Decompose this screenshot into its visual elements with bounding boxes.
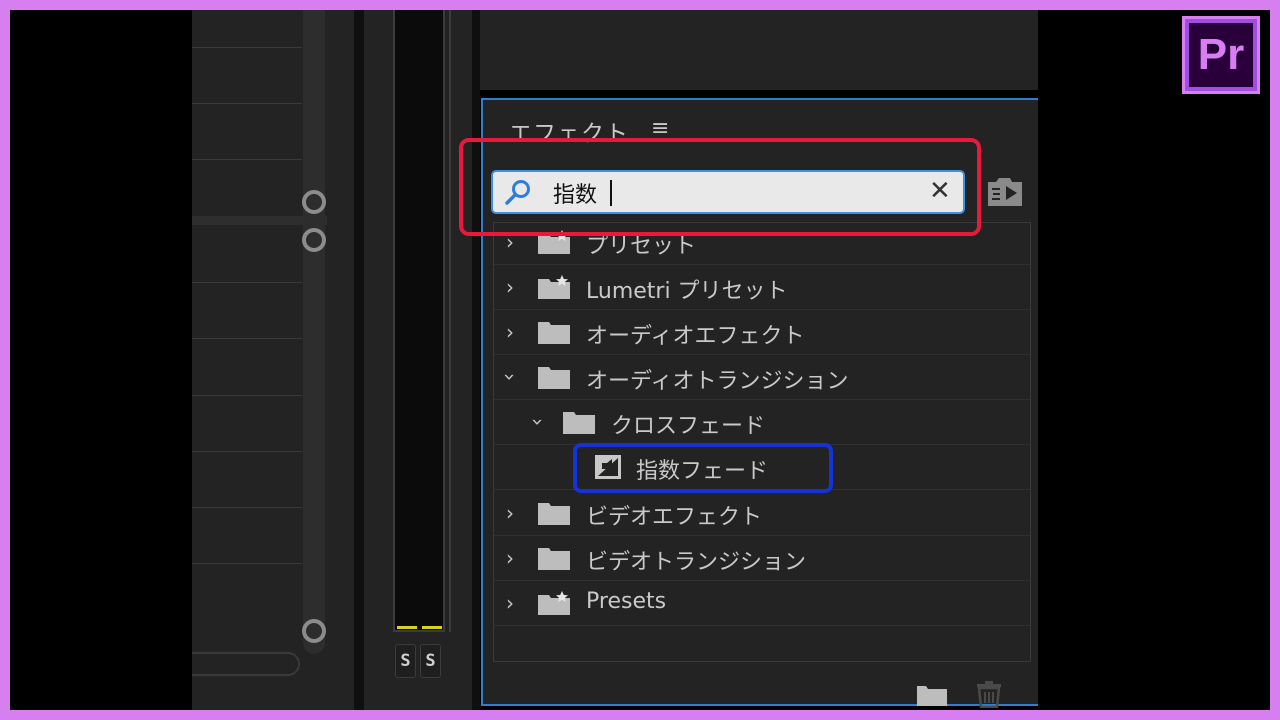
tree-item-audio-effects[interactable]: › オーディオエフェクト xyxy=(494,310,1030,355)
panel-separator xyxy=(472,10,480,710)
grid-line xyxy=(192,451,302,452)
tree-item-label: ビデオトランジション xyxy=(586,550,807,575)
fader-knob[interactable] xyxy=(302,228,326,252)
tree-item-lumetri-presets[interactable]: › Lumetri プリセット xyxy=(494,265,1030,310)
tree-item-label: ビデオエフェクト xyxy=(586,505,763,530)
chevron-right-icon[interactable]: › xyxy=(500,546,520,570)
effects-tree: › プリセット › Lumetri プリセット › オーディオエフェクト › オ… xyxy=(493,222,1031,662)
folder-icon xyxy=(563,412,595,434)
audio-meter-panel: S S xyxy=(364,10,472,710)
chevron-right-icon[interactable]: › xyxy=(500,591,520,615)
new-bin-icon[interactable] xyxy=(917,686,947,706)
solo-button-left[interactable]: S xyxy=(395,644,416,678)
folder-icon xyxy=(538,322,570,344)
solo-button-right[interactable]: S xyxy=(420,644,441,678)
chevron-down-icon[interactable]: › xyxy=(526,412,550,432)
panel-footer-icons xyxy=(917,681,1001,708)
tree-item-label: オーディオトランジション xyxy=(586,369,849,394)
grid-line xyxy=(192,563,302,564)
premiere-pro-logo: Pr xyxy=(1182,16,1260,94)
tree-item-label: Presets xyxy=(586,589,667,614)
folder-star-icon xyxy=(538,275,570,299)
audio-meter xyxy=(393,10,451,632)
fader-knob[interactable] xyxy=(302,619,326,643)
meter-level-left xyxy=(397,626,417,629)
fader-knob[interactable] xyxy=(302,190,326,214)
program-panel xyxy=(480,10,1038,90)
folder-icon xyxy=(538,548,570,570)
chevron-right-icon[interactable]: › xyxy=(500,501,520,525)
grid-line xyxy=(192,507,302,508)
tree-item-audio-transitions[interactable]: › オーディオトランジション xyxy=(494,355,1030,400)
grid-line xyxy=(192,159,302,160)
meter-level-right xyxy=(422,626,442,629)
trash-icon[interactable] xyxy=(977,681,1001,708)
tree-item-video-transitions[interactable]: › ビデオトランジション xyxy=(494,536,1030,581)
grid-line xyxy=(192,47,302,48)
grid-line xyxy=(192,103,302,104)
panel-separator xyxy=(354,10,364,710)
tree-item-label: Lumetri プリセット xyxy=(586,279,788,304)
chevron-right-icon[interactable]: › xyxy=(500,275,520,299)
new-custom-bin-icon[interactable] xyxy=(986,176,1024,208)
grid-line xyxy=(192,395,302,396)
tree-item-presets-en[interactable]: › Presets xyxy=(494,581,1030,626)
fader-track[interactable] xyxy=(303,10,325,654)
tree-item-label: クロスフェード xyxy=(611,414,766,439)
search-highlight-box xyxy=(459,138,981,236)
tree-item-crossfade[interactable]: › クロスフェード xyxy=(494,400,1030,445)
chevron-down-icon[interactable]: › xyxy=(498,367,522,387)
meter-divider xyxy=(449,10,451,632)
result-highlight-box xyxy=(573,443,833,493)
grid-line xyxy=(192,282,302,283)
chevron-right-icon[interactable]: › xyxy=(500,320,520,344)
folder-icon xyxy=(538,367,570,389)
logo-text: Pr xyxy=(1185,19,1257,91)
horizontal-scrollbar[interactable] xyxy=(192,652,300,676)
audio-mixer-panel xyxy=(192,10,354,710)
grid-line xyxy=(192,338,302,339)
folder-star-icon xyxy=(538,591,570,615)
screen-frame: S S エフェクト ≡ ✕ › xyxy=(10,10,1270,710)
folder-icon xyxy=(538,503,570,525)
tree-item-label: オーディオエフェクト xyxy=(586,324,805,349)
tree-item-video-effects[interactable]: › ビデオエフェクト xyxy=(494,491,1030,536)
